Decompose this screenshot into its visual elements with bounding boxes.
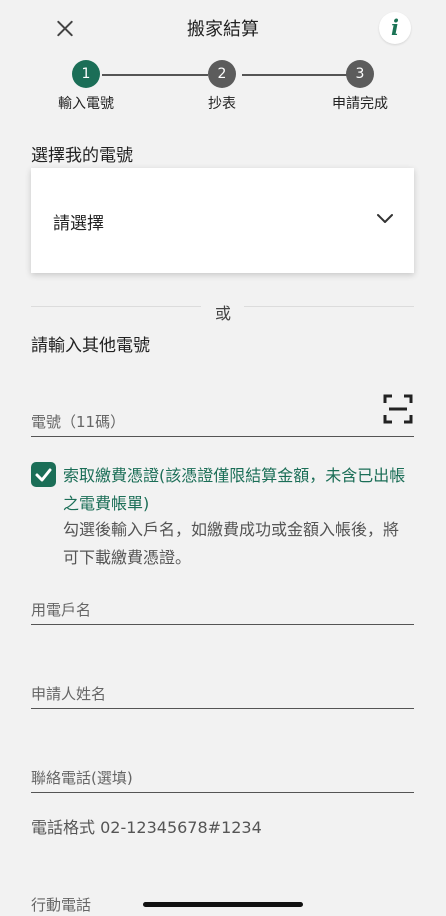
mobile-phone-input[interactable]: 行動電話: [31, 894, 91, 915]
chevron-down-icon: [377, 214, 393, 223]
account-name-underline: [31, 624, 414, 625]
or-divider-text: 或: [214, 304, 231, 323]
step-3-label: 申請完成: [332, 96, 388, 112]
dropdown-placeholder: 請選擇: [53, 214, 104, 234]
electric-number-underline: [31, 436, 414, 437]
step-1-label: 輸入電號: [58, 96, 114, 112]
scan-icon[interactable]: [382, 393, 414, 425]
step-2-indicator: 2: [208, 60, 236, 88]
account-name-input[interactable]: 用電戶名: [31, 599, 91, 620]
contact-phone-input[interactable]: 聯絡電話(選填): [31, 767, 133, 788]
phone-format-hint: 電話格式 02-12345678#1234: [31, 818, 262, 837]
applicant-name-input[interactable]: 申請人姓名: [31, 683, 106, 704]
receipt-option-title[interactable]: 索取繳費憑證(該憑證僅限結算金額，未含已出帳之電費帳單): [63, 462, 413, 518]
home-indicator: [143, 902, 303, 907]
receipt-checkbox[interactable]: [31, 462, 56, 487]
select-section-label: 選擇我的電號: [31, 146, 133, 166]
checkmark-icon: [35, 468, 52, 482]
receipt-option-description: 勾選後輸入戶名，如繳費成功或金額入帳後，將可下載繳費憑證。: [63, 520, 400, 567]
applicant-name-underline: [31, 708, 414, 709]
step-1-indicator: 1: [72, 60, 100, 88]
info-icon[interactable]: i: [379, 12, 411, 44]
contact-phone-underline: [31, 792, 414, 793]
other-number-label: 請輸入其他電號: [31, 336, 150, 356]
step-3-indicator: 3: [346, 60, 374, 88]
step-2-label: 抄表: [208, 96, 236, 112]
electric-number-dropdown[interactable]: 請選擇: [31, 168, 414, 273]
stepper-connector-1: [102, 74, 208, 76]
stepper-connector-2: [242, 74, 347, 76]
electric-number-input[interactable]: 電號（11碼）: [31, 411, 125, 432]
